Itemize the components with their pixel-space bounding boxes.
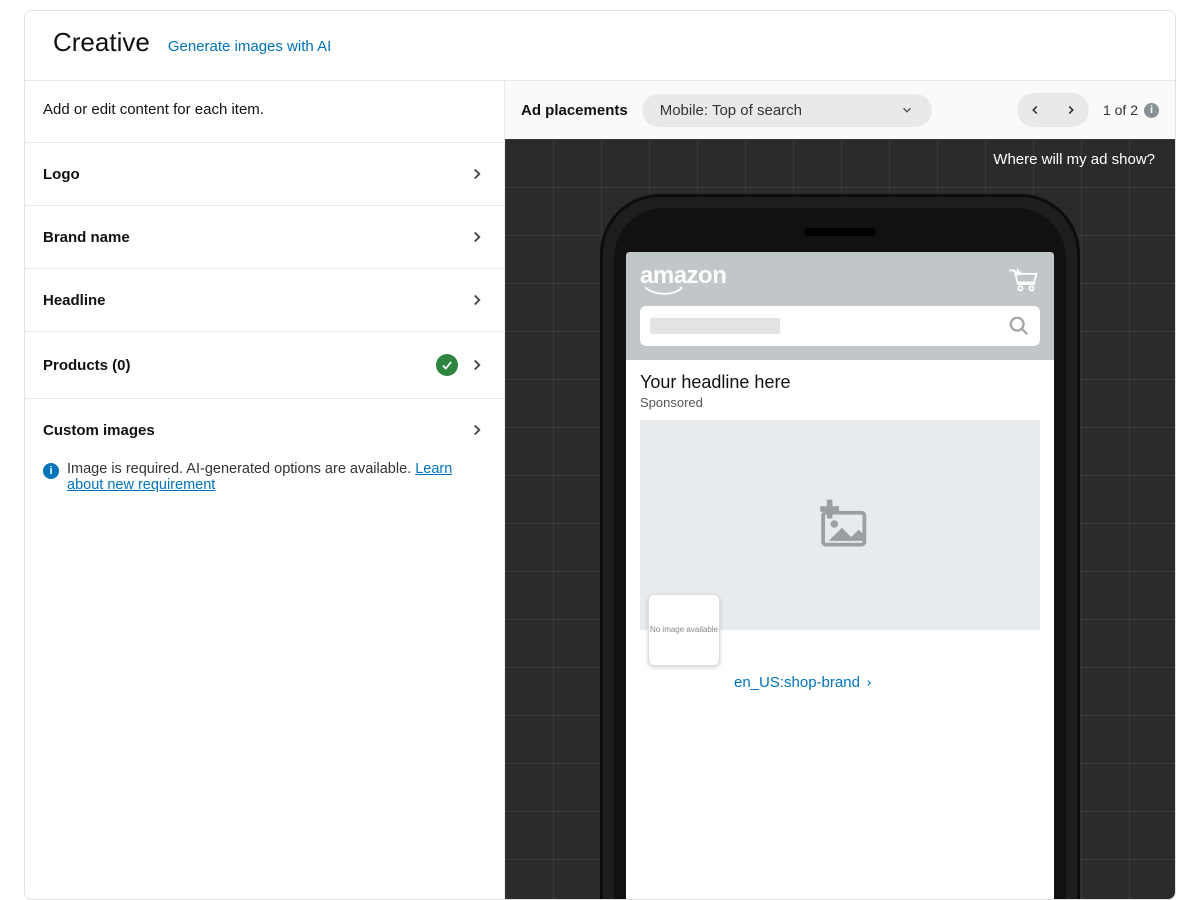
ad-placements-bar: Ad placements Mobile: Top of search bbox=[505, 81, 1175, 139]
chevron-right-icon bbox=[468, 291, 486, 309]
chevron-right-icon bbox=[864, 678, 874, 688]
prev-placement-button[interactable] bbox=[1017, 93, 1053, 127]
ad-hero-image-placeholder: No image available bbox=[640, 420, 1040, 630]
info-icon: i bbox=[43, 463, 59, 479]
placement-counter-text: 1 of 2 bbox=[1103, 102, 1138, 118]
ad-headline-placeholder: Your headline here bbox=[640, 372, 1040, 393]
where-will-ad-show-link[interactable]: Where will my ad show? bbox=[993, 151, 1155, 168]
creative-item: Headline bbox=[25, 268, 504, 331]
creative-item-row[interactable]: Headline bbox=[25, 269, 504, 331]
chevron-right-icon bbox=[1064, 103, 1078, 117]
ad-preview-area: Where will my ad show? amazon bbox=[505, 139, 1175, 899]
creative-item-label: Brand name bbox=[43, 229, 468, 246]
check-complete-icon bbox=[436, 354, 458, 376]
generate-images-ai-link[interactable]: Generate images with AI bbox=[168, 38, 331, 55]
ad-placement-selected: Mobile: Top of search bbox=[660, 102, 802, 119]
amazon-logo: amazon bbox=[640, 264, 726, 296]
creative-item-label: Products (0) bbox=[43, 357, 436, 374]
preview-pane: Ad placements Mobile: Top of search bbox=[505, 81, 1175, 899]
chevron-right-icon bbox=[468, 228, 486, 246]
shop-brand-link-text: en_US:shop-brand bbox=[734, 674, 860, 691]
chevron-right-icon bbox=[468, 165, 486, 183]
cart-icon bbox=[1006, 265, 1040, 296]
amazon-header: amazon bbox=[626, 252, 1054, 360]
phone-bezel: amazon bbox=[614, 208, 1066, 899]
placement-info-icon[interactable]: i bbox=[1144, 103, 1159, 118]
creative-item-row[interactable]: Custom images bbox=[25, 399, 504, 461]
creative-item-row[interactable]: Logo bbox=[25, 143, 504, 205]
chevron-left-icon bbox=[1028, 103, 1042, 117]
amazon-search-bar bbox=[640, 306, 1040, 346]
amazon-smile-icon bbox=[640, 286, 690, 296]
card-header: Creative Generate images with AI bbox=[25, 11, 1175, 81]
creative-item-label: Custom images bbox=[43, 422, 468, 439]
creative-item: Logo bbox=[25, 142, 504, 205]
phone-mock: amazon bbox=[600, 194, 1080, 899]
ad-placement-dropdown[interactable]: Mobile: Top of search bbox=[642, 94, 932, 127]
ad-placements-label: Ad placements bbox=[521, 102, 628, 119]
creative-item-label: Headline bbox=[43, 292, 468, 309]
search-placeholder-skeleton bbox=[650, 318, 780, 334]
chevron-down-icon bbox=[900, 103, 914, 117]
creative-item: Custom images i Image is required. AI-gene… bbox=[25, 398, 504, 513]
items-intro-text: Add or edit content for each item. bbox=[25, 81, 504, 142]
search-icon bbox=[1008, 315, 1030, 337]
placement-pagination bbox=[1017, 93, 1089, 127]
brand-logo-tile: No image available bbox=[648, 594, 720, 666]
creative-item: Brand name bbox=[25, 205, 504, 268]
creative-item-subtext: i Image is required. AI-generated options… bbox=[25, 461, 504, 513]
creative-item-label: Logo bbox=[43, 166, 468, 183]
add-image-icon bbox=[810, 499, 870, 552]
creative-item-row[interactable]: Products (0) bbox=[25, 332, 504, 398]
placement-counter: 1 of 2 i bbox=[1103, 102, 1159, 118]
phone-speaker bbox=[804, 228, 876, 236]
chevron-right-icon bbox=[468, 356, 486, 374]
creative-item-subtext-body: Image is required. AI-generated options … bbox=[67, 461, 486, 493]
ad-preview-block: Your headline here Sponsored bbox=[626, 360, 1054, 705]
shop-brand-link[interactable]: en_US:shop-brand bbox=[640, 674, 1040, 705]
sponsored-label: Sponsored bbox=[640, 395, 1040, 410]
creative-item-row[interactable]: Brand name bbox=[25, 206, 504, 268]
card-body: Add or edit content for each item. Logo B… bbox=[25, 81, 1175, 899]
creative-items-pane: Add or edit content for each item. Logo B… bbox=[25, 81, 505, 899]
next-placement-button[interactable] bbox=[1053, 93, 1089, 127]
phone-screen: amazon bbox=[626, 252, 1054, 899]
creative-card: Creative Generate images with AI Add or … bbox=[24, 10, 1176, 900]
chevron-right-icon bbox=[468, 421, 486, 439]
section-title: Creative bbox=[53, 27, 150, 58]
creative-item: Products (0) bbox=[25, 331, 504, 398]
